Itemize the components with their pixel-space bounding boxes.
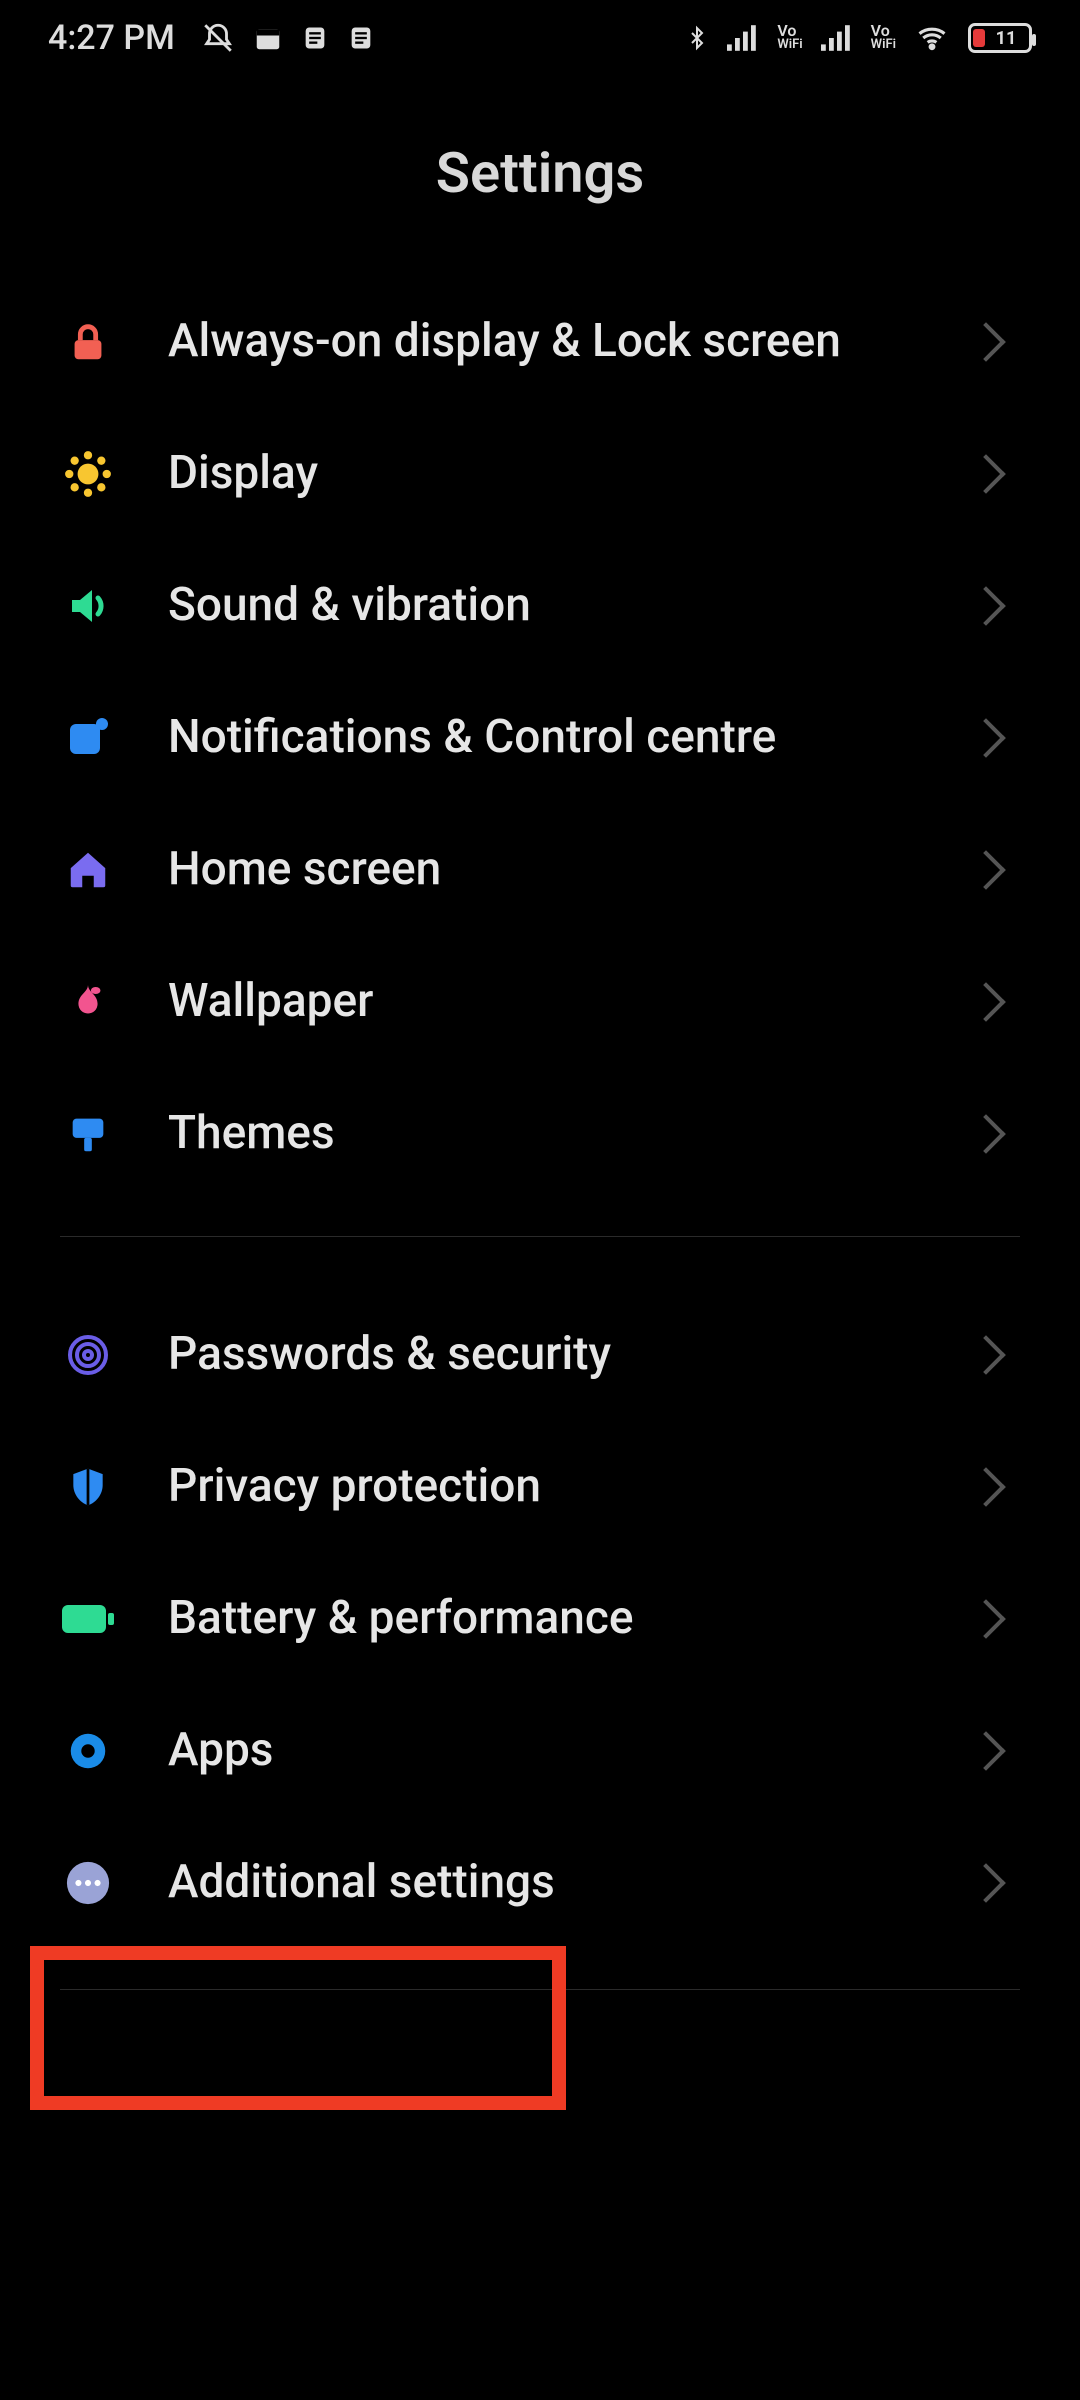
settings-list: Always-on display & Lock screen Display … [0,276,1080,1990]
chevron-right-icon [966,1863,1006,1903]
row-label: Home screen [168,842,920,897]
sun-icon [60,446,116,502]
row-passwords-security[interactable]: Passwords & security [60,1289,1020,1421]
row-label: Privacy protection [168,1459,920,1514]
row-label: Additional settings [168,1855,920,1910]
row-apps[interactable]: Apps [60,1685,1020,1817]
row-display[interactable]: Display [60,408,1020,540]
more-icon [60,1855,116,1911]
row-label: Sound & vibration [168,578,920,633]
chevron-right-icon [966,850,1006,890]
row-always-on-display[interactable]: Always-on display & Lock screen [60,276,1020,408]
chevron-right-icon [966,718,1006,758]
wallpaper-icon [60,974,116,1030]
sound-icon [60,578,116,634]
wifi-icon [914,23,950,53]
row-label: Battery & performance [168,1591,920,1646]
row-wallpaper[interactable]: Wallpaper [60,936,1020,1068]
calendar-icon [253,23,283,53]
row-label: Apps [168,1723,920,1778]
battery-indicator: 11 [968,23,1032,53]
row-label: Themes [168,1106,920,1161]
fingerprint-icon [60,1327,116,1383]
chevron-right-icon [966,1599,1006,1639]
row-label: Wallpaper [168,974,920,1029]
status-bar: 4:27 PM VoWiFi VoWiFi [0,0,1080,70]
themes-icon [60,1106,116,1162]
vowifi1-icon: VoWiFi [777,24,802,52]
lock-icon [60,314,116,370]
battery-percent: 11 [984,28,1017,49]
status-time: 4:27 PM [48,18,175,58]
row-themes[interactable]: Themes [60,1068,1020,1200]
chevron-right-icon [966,1335,1006,1375]
doc2-icon [347,23,375,53]
row-label: Notifications & Control centre [168,710,920,765]
chevron-right-icon [966,1731,1006,1771]
privacy-icon [60,1459,116,1515]
chevron-right-icon [966,982,1006,1022]
doc-icon [301,23,329,53]
chevron-right-icon [966,1467,1006,1507]
row-battery-performance[interactable]: Battery & performance [60,1553,1020,1685]
row-label: Display [168,446,920,501]
chevron-right-icon [966,454,1006,494]
page-title: Settings [0,140,1080,206]
chevron-right-icon [966,322,1006,362]
section-divider-2 [60,1989,1020,1990]
status-right: VoWiFi VoWiFi 11 [685,21,1032,55]
row-notifications[interactable]: Notifications & Control centre [60,672,1020,804]
apps-icon [60,1723,116,1779]
row-additional-settings[interactable]: Additional settings [60,1817,1020,1949]
row-privacy-protection[interactable]: Privacy protection [60,1421,1020,1553]
chevron-right-icon [966,1114,1006,1154]
row-label: Always-on display & Lock screen [168,314,920,369]
chevron-right-icon [966,586,1006,626]
mute-icon [201,21,235,55]
row-sound-vibration[interactable]: Sound & vibration [60,540,1020,672]
row-label: Passwords & security [168,1327,920,1382]
signal2-icon [821,24,853,52]
home-icon [60,842,116,898]
bluetooth-icon [685,21,709,55]
notifications-icon [60,710,116,766]
vowifi2-icon: VoWiFi [871,24,896,52]
section-divider [60,1236,1020,1237]
signal1-icon [727,24,759,52]
status-left: 4:27 PM [48,18,375,58]
battery-icon [60,1591,116,1647]
row-home-screen[interactable]: Home screen [60,804,1020,936]
